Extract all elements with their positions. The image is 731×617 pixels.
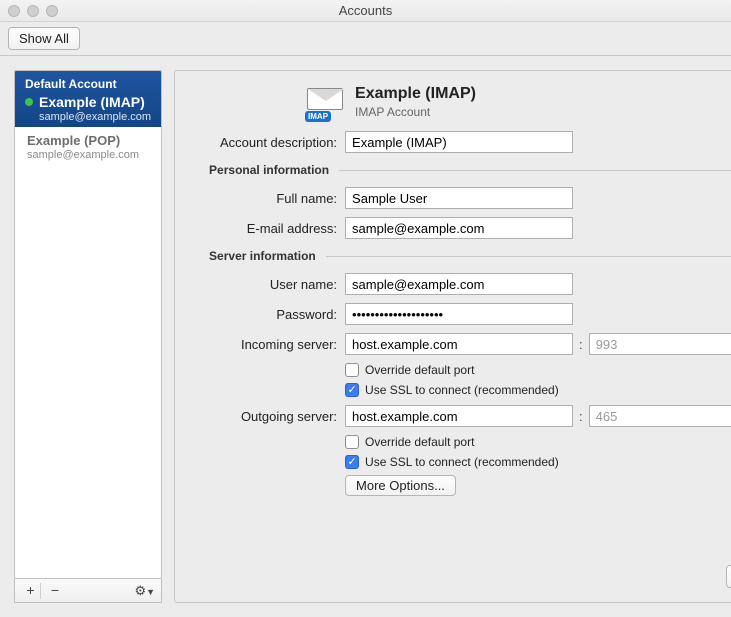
- sidebar-account-item[interactable]: Example (POP) sample@example.com: [15, 127, 161, 165]
- remove-account-button[interactable]: −: [45, 583, 65, 599]
- email-input[interactable]: [345, 217, 573, 239]
- divider: [326, 256, 731, 257]
- window-title: Accounts: [0, 3, 731, 18]
- account-description-label: Account description:: [197, 135, 345, 150]
- more-options-button[interactable]: More Options...: [345, 475, 456, 496]
- sidebar-footer: + − ⚙▼: [14, 579, 162, 603]
- account-title: Example (IMAP): [355, 85, 476, 103]
- sidebar-selected-account[interactable]: Default Account Example (IMAP) sample@ex…: [15, 71, 161, 127]
- incoming-override-port-checkbox[interactable]: [345, 363, 359, 377]
- full-name-label: Full name:: [197, 191, 345, 206]
- status-online-icon: [25, 98, 33, 106]
- incoming-ssl-checkbox[interactable]: [345, 383, 359, 397]
- outgoing-server-label: Outgoing server:: [197, 409, 345, 424]
- gear-menu-button[interactable]: ⚙▼: [134, 583, 155, 599]
- outgoing-ssl-checkbox[interactable]: [345, 455, 359, 469]
- add-account-button[interactable]: +: [21, 583, 41, 599]
- port-separator: :: [579, 337, 583, 352]
- user-name-input[interactable]: [345, 273, 573, 295]
- password-label: Password:: [197, 307, 345, 322]
- chevron-down-icon: ▼: [146, 587, 155, 597]
- incoming-ssl-label: Use SSL to connect (recommended): [365, 383, 559, 397]
- account-description-input[interactable]: [345, 131, 573, 153]
- incoming-override-port-label: Override default port: [365, 363, 474, 377]
- mail-account-icon: IMAP: [307, 88, 345, 116]
- advanced-button[interactable]: Advanced...: [726, 565, 731, 588]
- outgoing-ssl-label: Use SSL to connect (recommended): [365, 455, 559, 469]
- outgoing-override-port-checkbox[interactable]: [345, 435, 359, 449]
- outgoing-port-input: [589, 405, 731, 427]
- account-item-name: Example (POP): [27, 133, 149, 148]
- incoming-server-input[interactable]: [345, 333, 573, 355]
- imap-badge: IMAP: [305, 111, 331, 122]
- selected-account-name: Example (IMAP): [39, 94, 145, 110]
- default-account-label: Default Account: [25, 77, 151, 91]
- selected-account-email: sample@example.com: [39, 111, 151, 123]
- account-item-email: sample@example.com: [27, 149, 149, 161]
- full-name-input[interactable]: [345, 187, 573, 209]
- server-info-section-label: Server information: [197, 249, 326, 263]
- account-details-panel: IMAP Example (IMAP) IMAP Account Account…: [174, 70, 731, 603]
- incoming-server-label: Incoming server:: [197, 337, 345, 352]
- show-all-button[interactable]: Show All: [8, 27, 80, 50]
- toolbar: Show All: [0, 22, 731, 56]
- titlebar: Accounts: [0, 0, 731, 22]
- password-input[interactable]: [345, 303, 573, 325]
- divider: [339, 170, 731, 171]
- incoming-port-input: [589, 333, 731, 355]
- user-name-label: User name:: [197, 277, 345, 292]
- outgoing-override-port-label: Override default port: [365, 435, 474, 449]
- accounts-sidebar: Default Account Example (IMAP) sample@ex…: [14, 70, 162, 579]
- outgoing-server-input[interactable]: [345, 405, 573, 427]
- personal-info-section-label: Personal information: [197, 163, 339, 177]
- gear-icon: ⚙: [134, 583, 146, 598]
- email-label: E-mail address:: [197, 221, 345, 236]
- account-subtitle: IMAP Account: [355, 105, 476, 119]
- port-separator: :: [579, 409, 583, 424]
